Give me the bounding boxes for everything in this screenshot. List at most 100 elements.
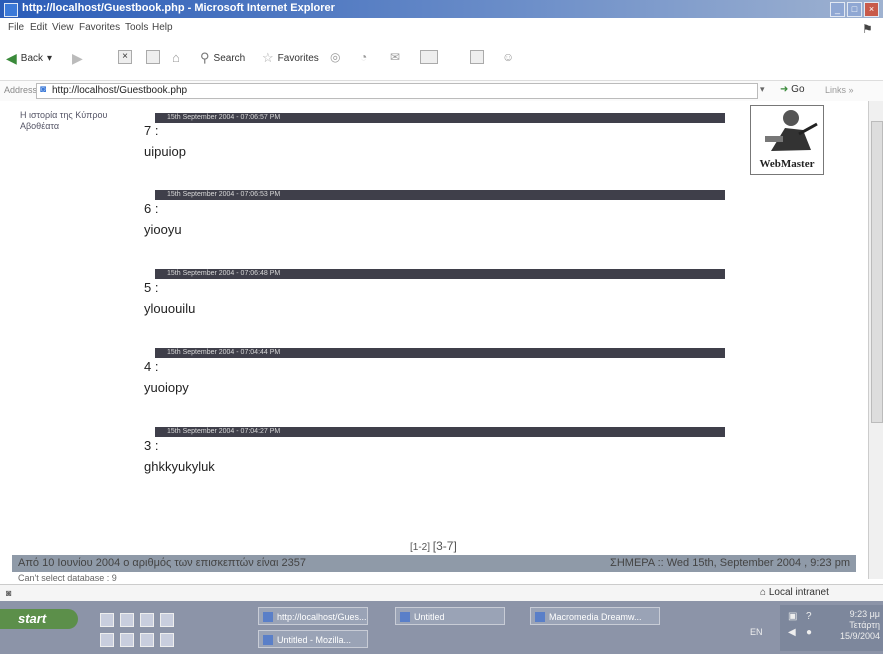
forward-button[interactable]: ▶: [72, 50, 83, 67]
window-title: http://localhost/Guestbook.php - Microso…: [22, 2, 335, 14]
quicklaunch-app2-icon[interactable]: [140, 633, 154, 647]
entry-header: 15th September 2004 - 07:06:53 PM: [155, 190, 725, 200]
ie-icon: [263, 612, 273, 622]
entry-date: 15th September 2004 - 07:06:48 PM: [167, 270, 281, 277]
menu-file[interactable]: File: [8, 22, 24, 33]
task-mozilla[interactable]: Untitled - Mozilla...: [258, 630, 368, 648]
toolbar: ◀ Back ▾ ▶ × ⌂ ⚲ Search ☆ Favorites ◎ ◔ ✉…: [0, 40, 883, 78]
network-icon[interactable]: ▣: [788, 611, 797, 622]
media-button[interactable]: ◎: [330, 50, 340, 64]
page-content: [0, 101, 868, 579]
footer-bar: Από 10 Ιουνίου 2004 ο αριθμός των επισκε…: [12, 555, 856, 572]
forward-arrow-icon: ▶: [72, 50, 83, 66]
status-bar: ◙ ⌂ Local intranet: [0, 584, 883, 601]
tray-app-icon[interactable]: ●: [806, 627, 812, 638]
task-ie-guestbook[interactable]: http://localhost/Gues...: [258, 607, 368, 625]
go-button[interactable]: ➜ Go: [780, 84, 805, 95]
maximize-button[interactable]: □: [847, 2, 862, 17]
entry-header: 15th September 2004 - 07:04:27 PM: [155, 427, 725, 437]
quicklaunch-app-icon[interactable]: [120, 633, 134, 647]
minimize-button[interactable]: _: [830, 2, 845, 17]
entry-message: yiooyu: [144, 222, 182, 237]
messenger-button[interactable]: ☺: [502, 50, 514, 64]
current-date: ΣΗΜΕΡΑ :: Wed 15th, September 2004 , 9:2…: [610, 557, 850, 569]
address-bar: Address ◙ http://localhost/Guestbook.php…: [0, 80, 883, 102]
clock-day: Τετάρτη: [849, 620, 880, 630]
db-error-message: Can't select database : 9: [18, 573, 117, 583]
search-icon: ⚲: [200, 50, 210, 65]
security-zone: ⌂ Local intranet: [760, 587, 829, 598]
start-button[interactable]: start: [0, 609, 78, 629]
entry-message: ylououilu: [144, 301, 196, 316]
menu-view[interactable]: View: [52, 22, 74, 33]
back-arrow-icon: ◀: [6, 50, 17, 66]
vertical-scrollbar[interactable]: [868, 101, 883, 579]
entry-number: 7 :: [144, 123, 159, 138]
task-dreamweaver[interactable]: Macromedia Dreamw...: [530, 607, 660, 625]
entry-header: 15th September 2004 - 07:06:57 PM: [155, 113, 725, 123]
entry-number: 6 :: [144, 201, 159, 216]
menu-edit[interactable]: Edit: [30, 22, 47, 33]
system-tray: EN ▣ ? ◀ ● 9:23 μμ Τετάρτη 15/9/2004: [750, 605, 883, 651]
entry-date: 15th September 2004 - 07:06:57 PM: [167, 114, 281, 121]
history-icon: ◔: [360, 50, 368, 64]
quicklaunch-media-icon[interactable]: [160, 613, 174, 627]
home-icon: ⌂: [172, 50, 180, 65]
menu-tools[interactable]: Tools: [125, 22, 148, 33]
entry-date: 15th September 2004 - 07:04:44 PM: [167, 349, 281, 356]
task-untitled[interactable]: Untitled: [395, 607, 505, 625]
mail-button[interactable]: ✉: [390, 50, 400, 64]
dreamweaver-icon: [535, 612, 545, 622]
back-button[interactable]: ◀ Back ▾: [6, 50, 52, 67]
history-button[interactable]: ◔: [360, 50, 367, 64]
clock-date: 15/9/2004: [839, 631, 880, 641]
menu-favorites[interactable]: Favorites: [79, 22, 120, 33]
entry-message: uipuiop: [144, 144, 186, 159]
links-button[interactable]: Links »: [825, 85, 854, 95]
scrollbar-thumb[interactable]: [871, 121, 883, 423]
star-icon: ☆: [262, 50, 274, 65]
volume-icon[interactable]: ◀: [788, 627, 796, 638]
menu-bar: File Edit View Favorites Tools Help ⚑: [0, 20, 883, 36]
favorites-button[interactable]: ☆ Favorites: [262, 50, 319, 66]
entry-header: 15th September 2004 - 07:06:48 PM: [155, 269, 725, 279]
search-button[interactable]: ⚲ Search: [200, 50, 245, 66]
quicklaunch-app3-icon[interactable]: [160, 633, 174, 647]
print-icon: [420, 50, 438, 64]
webmaster-label: WebMaster: [759, 158, 815, 170]
messenger-icon: ☺: [502, 50, 515, 64]
taskbar: start http://localhost/Gues... Untitled …: [0, 601, 883, 654]
quicklaunch-ie-icon[interactable]: [120, 613, 134, 627]
stop-button[interactable]: ×: [118, 50, 132, 64]
entry-message: ghkkyukyluk: [144, 459, 215, 474]
print-button[interactable]: [420, 50, 438, 64]
address-url: http://localhost/Guestbook.php: [52, 85, 188, 96]
sidebar-link[interactable]: Η ιστορία της Κύπρου Αβοθέατα: [20, 110, 130, 132]
help-icon[interactable]: ?: [806, 611, 812, 622]
go-arrow-icon: ➜: [780, 84, 789, 95]
quicklaunch-desktop-icon[interactable]: [100, 613, 114, 627]
close-button[interactable]: ×: [864, 2, 879, 17]
refresh-button[interactable]: [146, 50, 160, 64]
home-button[interactable]: ⌂: [172, 50, 180, 65]
edit-button[interactable]: [470, 50, 484, 64]
mail-icon: ✉: [390, 50, 401, 64]
browser-icon: [263, 635, 273, 645]
done-page-icon: ◙: [6, 588, 12, 598]
quicklaunch-outlook-icon[interactable]: [140, 613, 154, 627]
dropdown-arrow-icon[interactable]: ▾: [760, 84, 765, 95]
media-icon: ◎: [330, 50, 341, 64]
language-indicator[interactable]: EN: [750, 627, 763, 637]
entry-header: 15th September 2004 - 07:04:44 PM: [155, 348, 725, 358]
entry-number: 4 :: [144, 359, 159, 374]
clock[interactable]: 9:23 μμ Τετάρτη 15/9/2004: [836, 609, 880, 642]
webmaster-badge[interactable]: WebMaster: [750, 105, 824, 175]
page-link-prev[interactable]: [1-2]: [410, 542, 430, 553]
entry-date: 15th September 2004 - 07:06:53 PM: [167, 191, 281, 198]
menu-help[interactable]: Help: [152, 22, 173, 33]
stop-icon: ×: [118, 50, 132, 64]
windows-flag-icon: ⚑: [862, 22, 873, 36]
quicklaunch-folder-icon[interactable]: [100, 633, 114, 647]
page-link-current[interactable]: [3-7]: [433, 539, 457, 553]
page-icon: ◙: [40, 84, 47, 95]
